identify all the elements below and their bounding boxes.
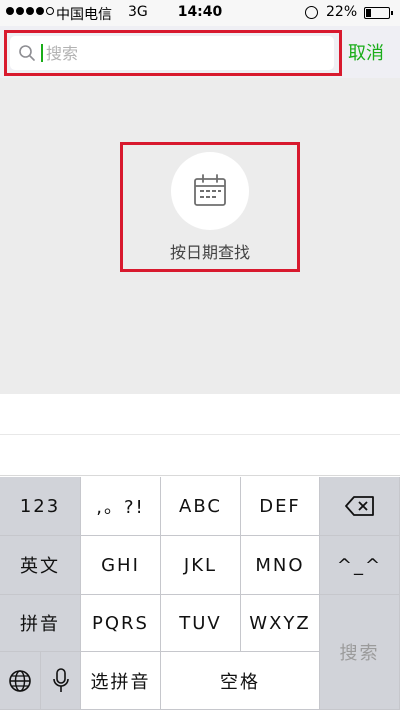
globe-icon xyxy=(9,669,31,692)
key-english[interactable]: 英文 xyxy=(0,536,81,595)
key-ghi[interactable]: GHI xyxy=(81,536,161,595)
backspace-icon xyxy=(344,496,374,516)
key-123[interactable]: 123 xyxy=(0,477,81,536)
search-highlight-box xyxy=(4,30,342,76)
keyboard: 123 ,。?! ABC DEF 英文 GHI JKL MNO ^_^ 拼音 P… xyxy=(0,477,400,710)
divider xyxy=(0,434,400,435)
backspace-key[interactable] xyxy=(320,477,400,536)
key-jkl[interactable]: JKL xyxy=(161,536,241,595)
key-def[interactable]: DEF xyxy=(241,477,320,536)
key-select-pinyin[interactable]: 选拼音 xyxy=(81,652,161,710)
rotation-lock-icon xyxy=(305,6,318,19)
search-by-date-label: 按日期查找 xyxy=(169,243,250,262)
search-key[interactable]: 搜索 xyxy=(320,595,400,710)
suggestion-area xyxy=(0,394,400,476)
calendar-circle xyxy=(171,152,249,230)
key-pinyin[interactable]: 拼音 xyxy=(0,595,81,652)
microphone-icon xyxy=(52,667,69,692)
search-by-date-button[interactable]: 按日期查找 xyxy=(120,142,300,272)
status-bar: 中国电信 3G 14:40 22% xyxy=(0,0,400,26)
globe-key[interactable] xyxy=(0,652,41,710)
battery-icon xyxy=(364,7,393,19)
microphone-key[interactable] xyxy=(41,652,81,710)
key-mno[interactable]: MNO xyxy=(241,536,320,595)
search-content-area: 按日期查找 xyxy=(0,78,400,394)
key-punctuation[interactable]: ,。?! xyxy=(81,477,161,536)
key-abc[interactable]: ABC xyxy=(161,477,241,536)
key-pqrs[interactable]: PQRS xyxy=(81,595,161,652)
key-tuv[interactable]: TUV xyxy=(161,595,241,652)
cancel-button[interactable]: 取消 xyxy=(348,39,384,65)
space-key[interactable]: 空格 xyxy=(161,652,320,710)
key-wxyz[interactable]: WXYZ xyxy=(241,595,320,652)
key-emoticon[interactable]: ^_^ xyxy=(320,536,400,595)
battery-percent: 22% xyxy=(326,4,358,20)
search-header: 取消 xyxy=(0,26,400,78)
calendar-icon xyxy=(194,174,226,206)
